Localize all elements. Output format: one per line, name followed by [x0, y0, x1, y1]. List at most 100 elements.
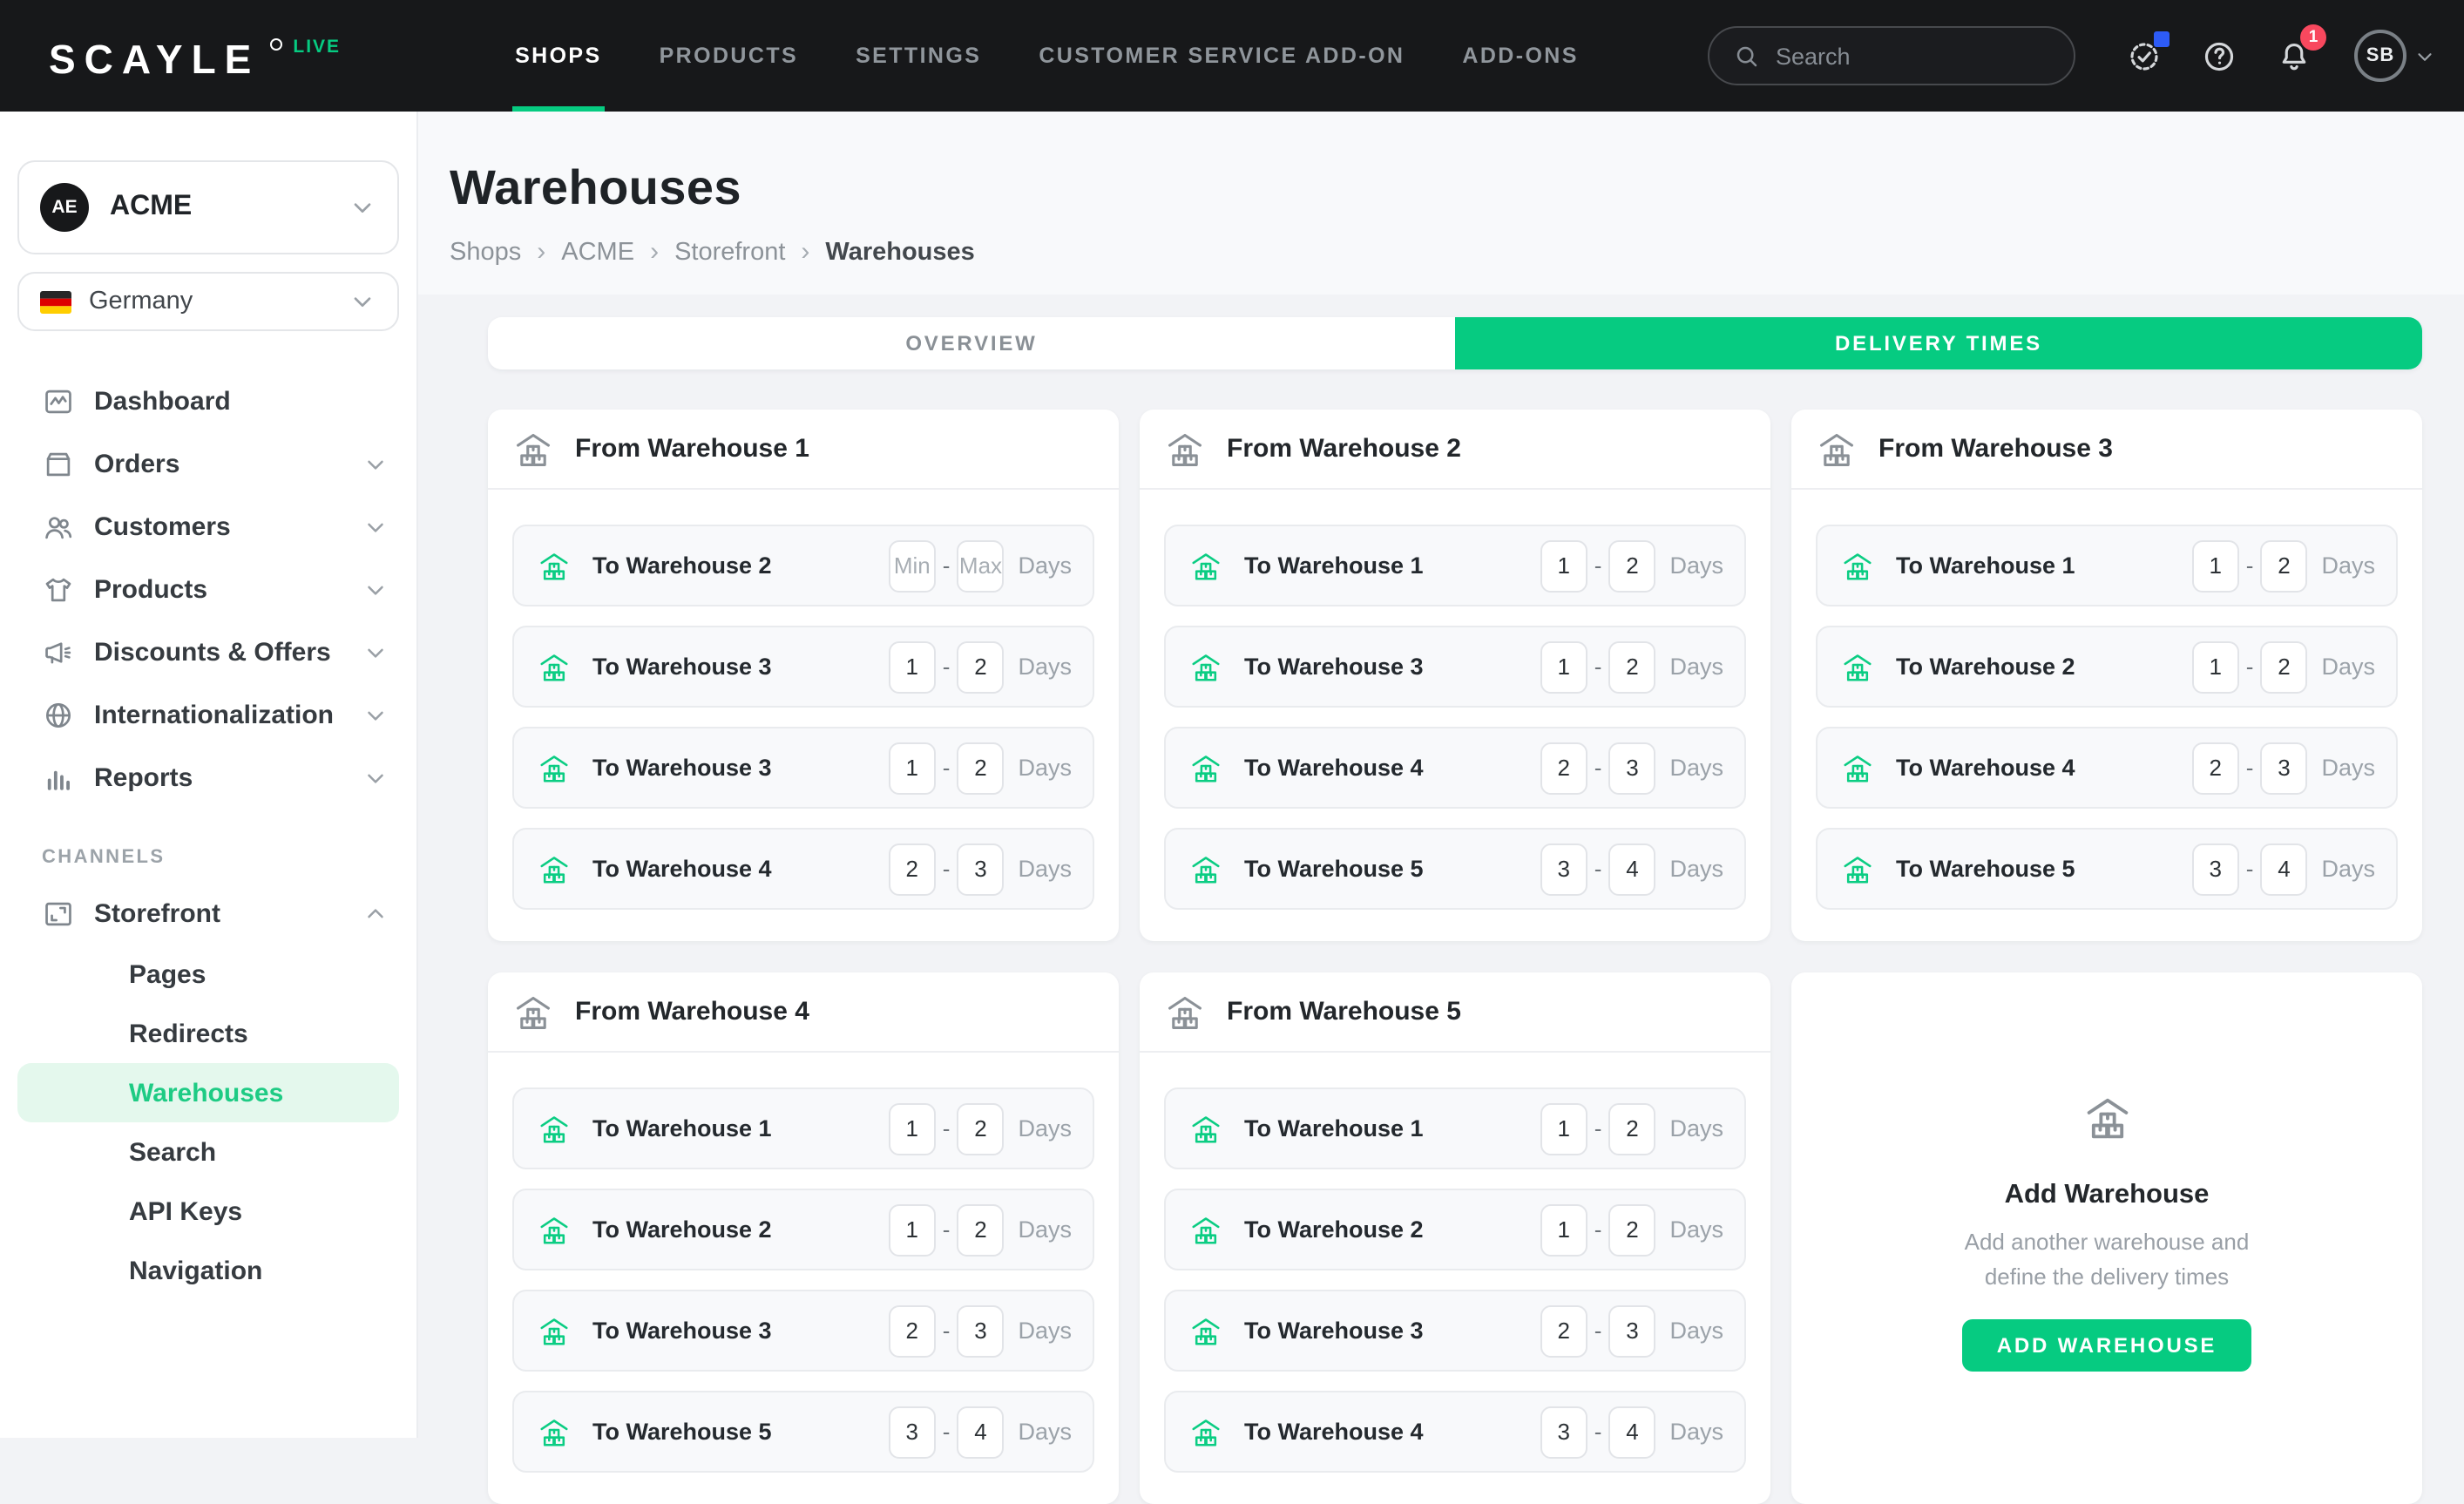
sidebar-item-api-keys[interactable]: API Keys [17, 1182, 399, 1241]
breadcrumb-acme[interactable]: ACME [561, 238, 634, 266]
tab-overview[interactable]: OVERVIEW [488, 317, 1455, 369]
add-warehouse-button[interactable]: ADD WAREHOUSE [1962, 1320, 2251, 1372]
sidebar-item-reports[interactable]: Reports [17, 746, 399, 809]
add-warehouse-title: Add Warehouse [2005, 1180, 2210, 1211]
warehouse-icon [1842, 550, 1873, 581]
max-days-input[interactable] [2260, 843, 2307, 895]
top-nav-settings[interactable]: SETTINGS [856, 0, 981, 112]
shop-name: ACME [110, 192, 192, 223]
min-days-input[interactable] [889, 640, 936, 693]
max-days-input[interactable] [957, 640, 1004, 693]
min-days-input[interactable] [1540, 1406, 1587, 1458]
sidebar-item-orders[interactable]: Orders [17, 432, 399, 495]
global-search[interactable] [1708, 26, 2075, 85]
warehouse-icon [538, 550, 570, 581]
min-days-input[interactable] [1540, 843, 1587, 895]
warehouse-icon [538, 752, 570, 783]
max-days-input[interactable] [1608, 1102, 1655, 1155]
delivery-time-row: To Warehouse 4 - Days [1164, 1391, 1746, 1473]
country-selector[interactable]: Germany [17, 272, 399, 331]
shop-selector[interactable]: AE ACME [17, 160, 399, 254]
min-days-input[interactable] [2192, 742, 2239, 794]
days-label: Days [1669, 856, 1723, 882]
max-days-input[interactable] [957, 1304, 1004, 1357]
min-days-input[interactable] [1540, 1304, 1587, 1357]
days-label: Days [1018, 856, 1072, 882]
sidebar-item-dashboard[interactable]: Dashboard [17, 369, 399, 432]
delivery-time-row: To Warehouse 2 - Days [512, 525, 1094, 606]
max-days-input[interactable] [1608, 539, 1655, 592]
max-days-input[interactable] [957, 1203, 1004, 1256]
min-days-input[interactable] [2192, 640, 2239, 693]
days-label: Days [1018, 1216, 1072, 1243]
max-days-input[interactable] [1608, 742, 1655, 794]
max-days-input[interactable] [1608, 640, 1655, 693]
max-days-input[interactable] [2260, 640, 2307, 693]
days-label: Days [1018, 1318, 1072, 1344]
card-header: From Warehouse 4 [488, 972, 1119, 1053]
delivery-time-row: To Warehouse 3 - Days [1164, 1290, 1746, 1372]
user-menu[interactable]: SB [2354, 30, 2436, 82]
channels-section-label: CHANNELS [17, 847, 399, 882]
max-days-input[interactable] [957, 1102, 1004, 1155]
card-title: From Warehouse 5 [1227, 997, 1461, 1026]
min-days-input[interactable] [889, 1406, 936, 1458]
max-days-input[interactable] [1608, 1203, 1655, 1256]
delivery-time-row: To Warehouse 1 - Days [1164, 1087, 1746, 1169]
min-days-input[interactable] [889, 1102, 936, 1155]
min-days-input[interactable] [1540, 742, 1587, 794]
search-input[interactable] [1776, 43, 2049, 69]
sidebar-item-search[interactable]: Search [17, 1122, 399, 1182]
sidebar-item-pages[interactable]: Pages [17, 945, 399, 1004]
max-days-input[interactable] [957, 1406, 1004, 1458]
max-days-input[interactable] [957, 742, 1004, 794]
notifications-button[interactable]: 1 [2272, 35, 2314, 77]
max-days-input[interactable] [2260, 742, 2307, 794]
scayle-logo[interactable]: SCAYLE LIVE [49, 32, 341, 79]
min-days-input[interactable] [2192, 539, 2239, 592]
min-days-input[interactable] [889, 742, 936, 794]
warehouse-icon [1190, 1214, 1222, 1245]
max-days-input[interactable] [1608, 1304, 1655, 1357]
sidebar-item-redirects[interactable]: Redirects [17, 1004, 399, 1063]
warehouse-icon [1190, 550, 1222, 581]
task-status-button[interactable] [2122, 35, 2164, 77]
min-days-input[interactable] [1540, 1203, 1587, 1256]
min-days-input[interactable] [1540, 640, 1587, 693]
warehouse-icon [1818, 430, 1856, 468]
min-days-input[interactable] [1540, 1102, 1587, 1155]
chevron-down-icon [362, 764, 389, 790]
sidebar-item-navigation[interactable]: Navigation [17, 1241, 399, 1300]
min-days-input[interactable] [2192, 843, 2239, 895]
max-days-input[interactable] [1608, 843, 1655, 895]
tab-delivery-times[interactable]: DELIVERY TIMES [1455, 317, 2422, 369]
top-nav-shops[interactable]: SHOPS [515, 0, 602, 112]
card-body: To Warehouse 1 - Days To Ware [1791, 490, 2422, 938]
top-nav-products[interactable]: PRODUCTS [660, 0, 799, 112]
min-days-input[interactable] [889, 1203, 936, 1256]
max-days-input[interactable] [2260, 539, 2307, 592]
min-days-input[interactable] [1540, 539, 1587, 592]
sidebar-item-storefront[interactable]: Storefront [17, 882, 399, 945]
help-button[interactable] [2197, 35, 2239, 77]
min-days-input[interactable] [889, 1304, 936, 1357]
max-days-input[interactable] [957, 539, 1004, 592]
warehouse-icon [1842, 651, 1873, 682]
sidebar-item-discounts-offers[interactable]: Discounts & Offers [17, 620, 399, 683]
warehouse-icon [1190, 651, 1222, 682]
sidebar-item-internationalization[interactable]: Internationalization [17, 683, 399, 746]
delivery-time-row: To Warehouse 5 - Days [512, 1391, 1094, 1473]
top-nav-add-ons[interactable]: ADD-ONS [1462, 0, 1578, 112]
sidebar-item-customers[interactable]: Customers [17, 495, 399, 558]
min-days-input[interactable] [889, 539, 936, 592]
top-nav-customer-service-add-on[interactable]: CUSTOMER SERVICE ADD-ON [1039, 0, 1405, 112]
sidebar-item-warehouses[interactable]: Warehouses [17, 1063, 399, 1122]
max-days-input[interactable] [1608, 1406, 1655, 1458]
breadcrumb-storefront[interactable]: Storefront [674, 238, 785, 266]
max-days-input[interactable] [957, 843, 1004, 895]
min-days-input[interactable] [889, 843, 936, 895]
delivery-time-row: To Warehouse 1 - Days [512, 1087, 1094, 1169]
breadcrumb-shops[interactable]: Shops [450, 238, 521, 266]
days-label: Days [2321, 552, 2375, 579]
sidebar-item-products[interactable]: Products [17, 558, 399, 620]
